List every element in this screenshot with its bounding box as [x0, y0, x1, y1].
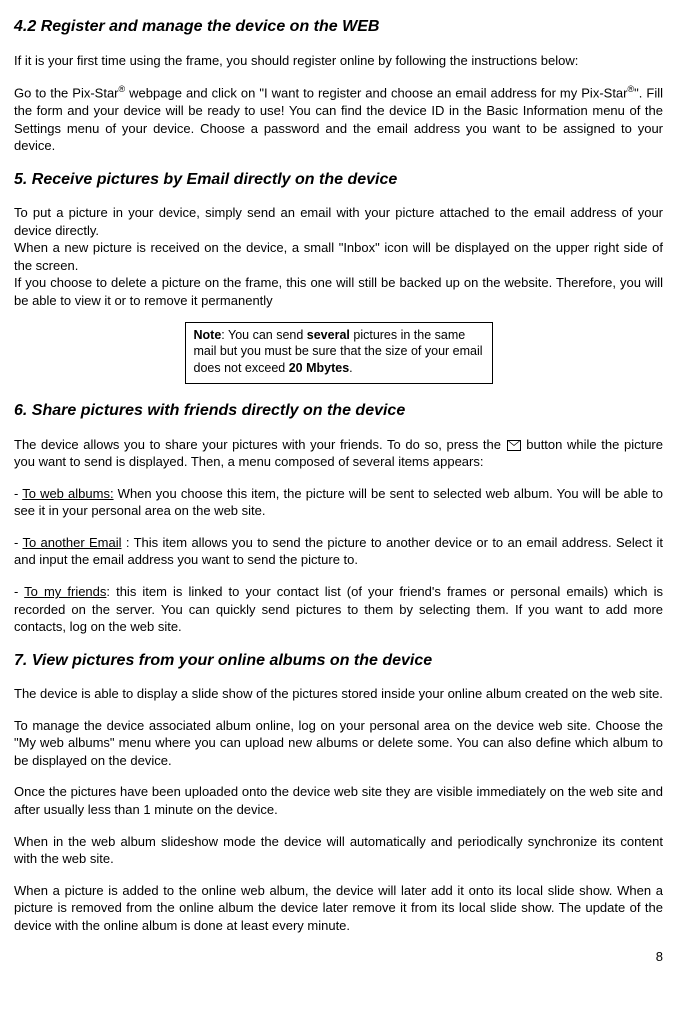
text-fragment: .	[349, 361, 352, 375]
s7-p4: When in the web album slideshow mode the…	[14, 833, 663, 868]
envelope-icon	[507, 440, 521, 451]
text-fragment: : this item is linked to your contact li…	[14, 584, 663, 634]
heading-5: 5. Receive pictures by Email directly on…	[14, 169, 663, 191]
s5-p3: If you choose to delete a picture on the…	[14, 274, 663, 309]
s42-p1: If it is your first time using the frame…	[14, 52, 663, 70]
text-fragment: webpage and click on "I want to register…	[125, 85, 627, 100]
s6-item-another-email: - To another Email : This item allows yo…	[14, 534, 663, 569]
s5-p2: When a new picture is received on the de…	[14, 239, 663, 274]
note-label: Note	[194, 328, 222, 342]
text-fragment: The device allows you to share your pict…	[14, 437, 506, 452]
s6-p1: The device allows you to share your pict…	[14, 436, 663, 471]
note-box: Note: You can send several pictures in t…	[185, 322, 493, 385]
item-label: To web albums:	[22, 486, 113, 501]
text-fragment: : You can send	[221, 328, 307, 342]
text-fragment: several	[307, 328, 350, 342]
heading-7: 7. View pictures from your online albums…	[14, 650, 663, 672]
s5-p1: To put a picture in your device, simply …	[14, 204, 663, 239]
item-label: To another Email	[22, 535, 121, 550]
s6-item-my-friends: - To my friends: this item is linked to …	[14, 583, 663, 636]
heading-4-2: 4.2 Register and manage the device on th…	[14, 16, 663, 38]
page-number: 8	[14, 948, 663, 966]
s7-p5: When a picture is added to the online we…	[14, 882, 663, 935]
item-label: To my friends	[24, 584, 106, 599]
heading-6: 6. Share pictures with friends directly …	[14, 400, 663, 422]
s6-item-web-albums: - To web albums: When you choose this it…	[14, 485, 663, 520]
text-fragment: Go to the Pix-Star	[14, 85, 119, 100]
s42-p2: Go to the Pix-Star® webpage and click on…	[14, 83, 663, 155]
s7-p3: Once the pictures have been uploaded ont…	[14, 783, 663, 818]
s7-p1: The device is able to display a slide sh…	[14, 685, 663, 703]
text-fragment: 20 Mbytes	[289, 361, 349, 375]
s7-p2: To manage the device associated album on…	[14, 717, 663, 770]
